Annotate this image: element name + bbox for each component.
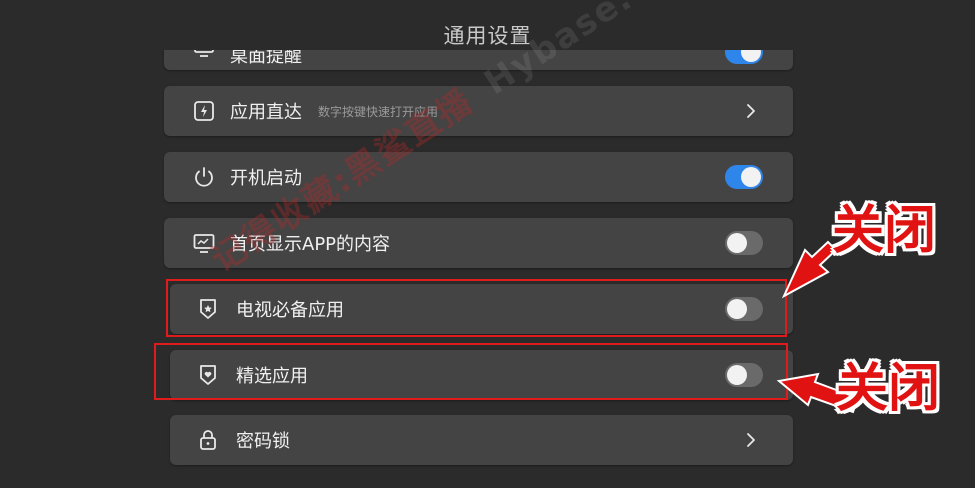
annotation-close-2: 关闭 — [836, 359, 941, 419]
annotation-arrows — [776, 240, 860, 414]
annotation-close-1: 关闭 — [832, 201, 937, 261]
arrow-1 — [781, 240, 838, 299]
